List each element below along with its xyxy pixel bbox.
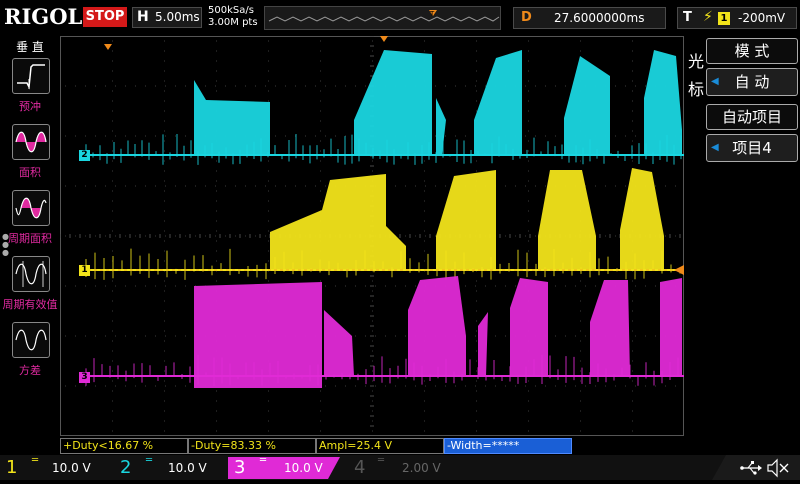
- trigger-edge-icon: ⚡: [703, 9, 713, 25]
- status-icons: [712, 455, 800, 480]
- ch3-trace-burst-2: [408, 276, 466, 376]
- vertical-menu: 垂 直 预冲 面积 ● ● ● 周期面积 周期有效值 方差: [0, 36, 60, 436]
- auto-item-selector[interactable]: ◀ 项目4: [706, 134, 798, 162]
- svg-text:T: T: [429, 10, 435, 18]
- ch2-trace-burst-0: [194, 80, 270, 155]
- variance-icon: [15, 329, 47, 351]
- ch3-trace-noise: [85, 354, 679, 386]
- ch3-trace-burst-5: [590, 280, 630, 376]
- channel-3-scale: 10.0 V: [284, 461, 323, 475]
- horizontal-value: 5.00ms: [155, 10, 200, 24]
- measurement-bar: +Duty<16.67 % -Duty=83.33 % Ampl=25.4 V …: [60, 437, 800, 455]
- delay-value: 27.6000000ms: [554, 11, 645, 25]
- vertical-menu-title: 垂 直: [16, 40, 44, 54]
- horizontal-key: H: [137, 9, 149, 25]
- trigger-source: 1: [718, 12, 730, 25]
- measurement-neg-width[interactable]: -Width=*****: [444, 438, 572, 454]
- channel-2-tab[interactable]: 2 ═ 10.0 V: [114, 455, 222, 479]
- dc-coupling-icon: ═: [146, 455, 153, 466]
- overview-wave-icon: T: [268, 10, 500, 22]
- channel-2-number: 2: [120, 457, 132, 478]
- dc-coupling-icon: ═: [260, 455, 267, 466]
- ch3-trace-burst-1: [324, 310, 354, 376]
- ch2-trace-burst-1: [354, 50, 432, 155]
- cursor-menu-title: 光标: [688, 52, 705, 99]
- ch1-trace-burst-1: [386, 226, 406, 270]
- auto-item-title: 自动项目: [706, 104, 798, 130]
- mode-title: 模 式: [706, 38, 798, 64]
- dc-coupling-icon: ═: [378, 455, 385, 466]
- mode-selector[interactable]: ◀ 自 动: [706, 68, 798, 96]
- menu-item-area[interactable]: [12, 124, 50, 160]
- sample-rate: 500kSa/s 3.00M pts: [208, 5, 258, 29]
- menu-item-period-area[interactable]: [12, 190, 50, 226]
- top-status-bar: RIGOL STOP H 5.00ms 500kSa/s 3.00M pts T…: [0, 0, 800, 36]
- status-icons-svg: [712, 455, 800, 480]
- period-rms-icon: [15, 261, 47, 287]
- sample-rate-value: 500kSa/s: [208, 5, 254, 16]
- ch3-trace-burst-6: [660, 278, 682, 376]
- area-icon: [15, 131, 47, 153]
- delay-marker-icon: [104, 44, 112, 50]
- ch2-trace-burst-2: [436, 98, 446, 155]
- left-arrow-icon: ◀: [711, 142, 719, 153]
- trigger-level: -200mV: [738, 11, 786, 25]
- channel-1-marker[interactable]: 1: [79, 265, 90, 276]
- measurement-pos-duty[interactable]: +Duty<16.67 %: [60, 438, 188, 454]
- ch1-trace-burst-3: [538, 170, 596, 270]
- ch2-trace-burst-4: [564, 56, 610, 155]
- ch3-trace-burst-0: [194, 282, 322, 388]
- menu-label-period-rms: 周期有效值: [2, 298, 58, 311]
- delay-key: D: [521, 10, 532, 25]
- trigger-box[interactable]: T ⚡ 1 -200mV: [677, 7, 797, 29]
- preshoot-icon: [17, 64, 45, 90]
- horizontal-scale[interactable]: H 5.00ms: [132, 7, 202, 28]
- channel-1-tab[interactable]: 1 ═ 10.0 V: [0, 455, 108, 479]
- ch2-trace-burst-3: [474, 50, 522, 155]
- menu-label-period-area: 周期面积: [8, 232, 52, 245]
- left-arrow-icon: ◀: [711, 76, 719, 87]
- channel-1-number: 1: [6, 457, 18, 478]
- channel-bar: 1 ═ 10.0 V 2 ═ 10.0 V 3 ═ 10.0 V 4 ═ 2.0…: [0, 455, 800, 480]
- trigger-position-icon: [380, 36, 388, 42]
- menu-item-period-rms[interactable]: [12, 256, 50, 292]
- channel-4-scale: 2.00 V: [402, 461, 441, 475]
- channel-3-number: 3: [234, 457, 246, 478]
- channel-1-scale: 10.0 V: [52, 461, 91, 475]
- ch1-trace-burst-2: [436, 170, 496, 270]
- menu-item-preshoot[interactable]: [12, 58, 50, 94]
- cursor-menu: 光标 模 式 ◀ 自 动 自动项目 ◀ 项目4: [684, 36, 800, 436]
- channel-2-marker[interactable]: 2: [79, 150, 90, 161]
- measurement-neg-duty[interactable]: -Duty=83.33 %: [188, 438, 316, 454]
- period-area-icon: [15, 197, 47, 219]
- ch1-trace-burst-4: [620, 168, 664, 270]
- memory-depth-value: 3.00M pts: [208, 17, 258, 28]
- ch2-trace-burst-5: [644, 50, 682, 155]
- channel-4-tab[interactable]: 4 ═ 2.00 V: [346, 455, 454, 479]
- channel-3-tab[interactable]: 3 ═ 10.0 V: [228, 455, 340, 479]
- waveform-overview[interactable]: T: [264, 6, 501, 30]
- menu-label-preshoot: 预冲: [19, 100, 41, 113]
- brand-logo: RIGOL: [4, 4, 83, 29]
- trigger-key: T: [683, 10, 692, 25]
- trigger-level-icon: [674, 265, 684, 275]
- measurement-amplitude[interactable]: Ampl=25.4 V: [316, 438, 444, 454]
- delay-box[interactable]: D 27.6000000ms: [513, 7, 666, 29]
- ch3-trace-burst-3: [478, 312, 488, 376]
- channel-4-number: 4: [354, 457, 366, 478]
- waveform-canvas: [60, 36, 684, 436]
- dc-coupling-icon: ═: [32, 455, 39, 466]
- channel-3-marker[interactable]: 3: [79, 372, 90, 383]
- channel-2-scale: 10.0 V: [168, 461, 207, 475]
- ch1-trace-burst-0: [270, 174, 386, 270]
- mode-value: 自 动: [734, 73, 770, 91]
- menu-item-variance[interactable]: [12, 322, 50, 358]
- auto-item-value: 项目4: [732, 139, 772, 157]
- menu-label-area: 面积: [19, 166, 41, 179]
- waveform-display[interactable]: 2 1 3: [60, 36, 684, 436]
- menu-label-variance: 方差: [19, 364, 41, 377]
- run-stop-indicator[interactable]: STOP: [83, 7, 127, 27]
